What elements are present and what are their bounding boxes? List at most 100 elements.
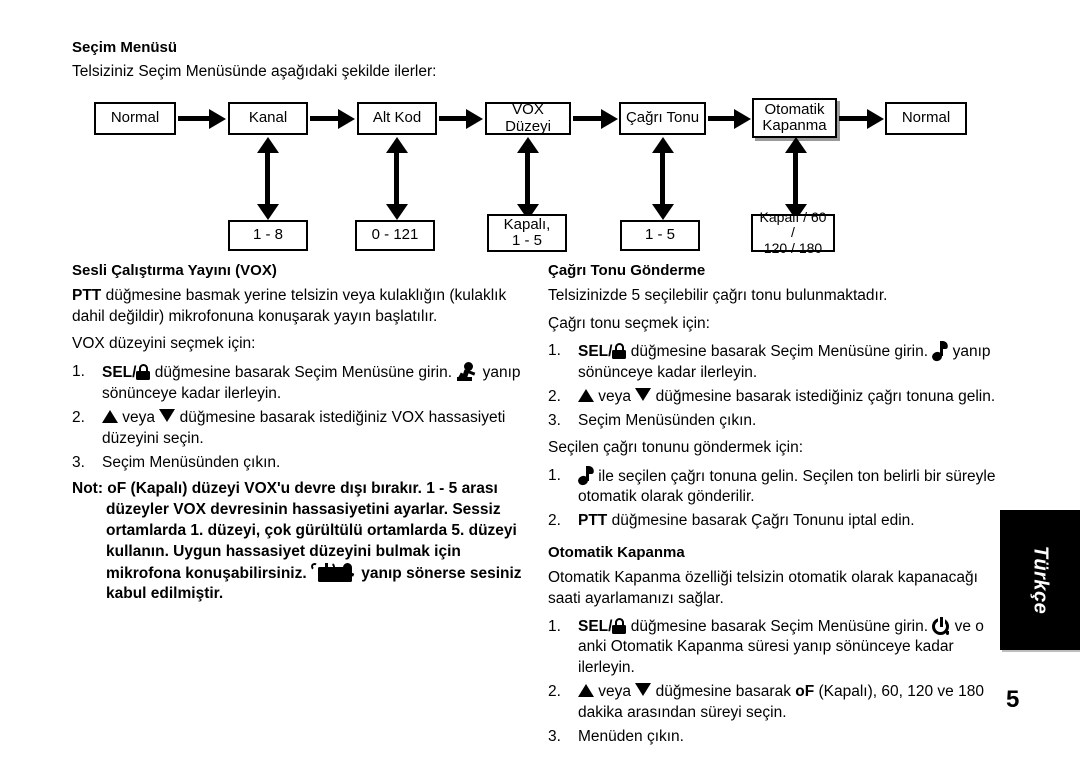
down-arrow-icon [159,408,176,422]
down-arrow-icon-3 [635,683,652,697]
vox-step-1-number: 1. [72,362,85,380]
autopower-step-2: 2. veya düğmesine basarak oF (Kapalı), 6… [548,682,1000,724]
flow-arrow-5 [708,108,751,129]
flow-value-otomatik: Kapalı / 60 / 120 / 180 [751,210,835,255]
calltone-step-2-a: veya [594,388,636,406]
lock-icon [136,363,151,380]
ptt-bold-label-2: PTT [578,512,608,530]
autopower-step-3-number: 3. [548,728,561,746]
calltone-step-2: 2. veya düğmesine basarak istediğiniz ça… [548,387,1000,408]
flow-varrow-cagri [651,137,674,220]
vox-steps-list: 1. SEL/ düğmesine basarak Seçim Menüsüne… [72,361,532,474]
autopower-steps: 1. SEL/ düğmesine basarak Seçim Menüsüne… [548,615,1000,749]
section-intro: Telsiziniz Seçim Menüsünde aşağıdaki şek… [72,63,437,80]
music-note-icon-2 [576,465,595,486]
lock-icon-2 [612,343,627,360]
calltone-send-step-1-number: 1. [548,466,561,484]
manual-page: Seçim Menüsü Telsiziniz Seçim Menüsünde … [0,0,1080,763]
note-line-1: oF (Kapalı) düzeyi VOX'u devre dışı bıra… [103,480,498,498]
autopower-step-1-number: 1. [548,617,561,635]
lock-icon-3 [612,617,627,634]
vox-paragraph-1: PTT düğmesine basmak yerine telsizin vey… [72,286,532,327]
power-icon [932,615,950,635]
vox-step-3-number: 3. [72,453,85,471]
autopower-step-3: 3. Menüden çıkın. [548,727,1000,748]
up-arrow-icon [102,409,118,423]
calltone-send-step-2-number: 2. [548,512,561,530]
person-speaking-icon-2 [335,562,357,582]
selection-menu-flow-diagram: Normal Kanal Alt Kod VOX Düzeyi Çağrı To… [0,92,1080,255]
flow-varrow-alt-kod [385,137,408,220]
autopower-step-2-b: düğmesine basarak [651,683,796,701]
sel-label-3: SEL/ [578,617,613,635]
flow-arrow-2 [310,108,355,129]
up-arrow-icon-2 [578,389,594,403]
autopower-step-2-a: veya [594,683,636,701]
calltone-step-3-text: Seçim Menüsünden çıkın. [578,411,757,429]
down-arrow-icon-2 [635,388,652,402]
note-body: düzeyler VOX devresinin hassasiyetini ay… [72,500,532,605]
calltone-paragraph-3: Seçilen çağrı tonunu göndermek için: [548,438,804,456]
flow-box-otomatik-kapanma: Otomatik Kapanma [752,98,837,138]
flow-box-normal-start: Normal [94,102,176,135]
right-column: Çağrı Tonu Gönderme Telsizinizde 5 seçil… [548,262,1000,754]
autopower-step-1: 1. SEL/ düğmesine basarak Seçim Menüsüne… [548,615,1000,680]
flow-value-cagri: 1 - 5 [620,220,700,251]
flow-value-vox: Kapalı, 1 - 5 [487,214,567,252]
of-bold-label: oF [795,683,815,701]
calltone-step-1: 1. SEL/ düğmesine basarak Seçim Menüsüne… [548,341,1000,384]
vox-step-3-text: Seçim Menüsünden çıkın. [102,453,281,471]
calltone-send-step-2: 2. PTT düğmesine basarak Çağrı Tonunu ip… [548,511,1000,532]
flow-box-cagri-tonu: Çağrı Tonu [619,102,706,135]
calltone-paragraph-2: Çağrı tonu seçmek için: [548,314,710,332]
flow-box-kanal: Kanal [228,102,308,135]
flow-box-normal-end: Normal [885,102,967,135]
calltone-send-steps: 1. ile seçilen çağrı tonuna gelin. Seçil… [548,465,1000,533]
vox-step-2-number: 2. [72,408,85,426]
flow-varrow-kanal [256,137,279,220]
vox-p1-rest: düğmesine basmak yerine telsizin veya ku… [72,287,507,325]
vox-note: Not: oF (Kapalı) düzeyi VOX'u devre dışı… [72,479,532,605]
autopower-step-1-mid: düğmesine basarak Seçim Menüsüne girin. [626,617,933,635]
flow-value-kanal: 1 - 8 [228,220,308,251]
calltone-send-step-1-text: ile seçilen çağrı tonuna gelin. Seçilen … [578,467,996,506]
flow-varrow-otomatik [784,137,807,220]
sel-label-2: SEL/ [578,343,613,361]
autopower-step-2-number: 2. [548,683,561,701]
vox-step-1: 1. SEL/ düğmesine basarak Seçim Menüsüne… [72,361,532,405]
ptt-bold-label: PTT [72,287,102,304]
flow-varrow-vox [516,137,539,220]
left-column: Sesli Çalıştırma Yayını (VOX) PTT düğmes… [72,262,532,605]
calltone-select-steps: 1. SEL/ düğmesine basarak Seçim Menüsüne… [548,341,1000,432]
radio-transmitting-icon [310,561,352,582]
flow-arrow-1 [178,108,226,129]
language-tab: Türkçe [1000,510,1080,650]
flow-value-alt-kod: 0 - 121 [355,220,435,251]
flow-arrow-4 [573,108,618,129]
calltone-paragraph-1: Telsizinizde 5 seçilebilir çağrı tonu bu… [548,287,888,304]
vox-step-2: 2. veya düğmesine basarak istediğiniz VO… [72,408,532,450]
note-label: Not: [72,480,103,498]
calltone-section-title: Çağrı Tonu Gönderme [548,262,706,279]
page-title: Seçim Menüsü [72,39,178,56]
vox-step-1-mid: düğmesine basarak Seçim Menüsüne girin. [150,363,457,381]
vox-step-3: 3. Seçim Menüsünden çıkın. [72,453,532,474]
flow-box-alt-kod: Alt Kod [357,102,437,135]
flow-box-vox-duzeyi: VOX Düzeyi [485,102,571,135]
autopower-step-3-text: Menüden çıkın. [578,728,684,746]
calltone-step-3-number: 3. [548,411,561,429]
up-arrow-icon-3 [578,684,594,698]
calltone-step-3: 3. Seçim Menüsünden çıkın. [548,411,1000,432]
flow-arrow-3 [439,108,483,129]
calltone-step-1-number: 1. [548,342,561,360]
flow-arrow-6 [839,108,884,129]
vox-section-title: Sesli Çalıştırma Yayını (VOX) [72,262,277,279]
autopower-section-title: Otomatik Kapanma [548,544,685,562]
person-speaking-icon [456,361,478,381]
sel-label: SEL/ [102,363,137,381]
language-tab-label: Türkçe [1029,545,1052,615]
calltone-send-step-2-rest: düğmesine basarak Çağrı Tonunu iptal edi… [607,512,915,530]
calltone-send-step-1: 1. ile seçilen çağrı tonuna gelin. Seçil… [548,465,1000,509]
music-note-icon [931,341,949,362]
calltone-step-2-number: 2. [548,388,561,406]
